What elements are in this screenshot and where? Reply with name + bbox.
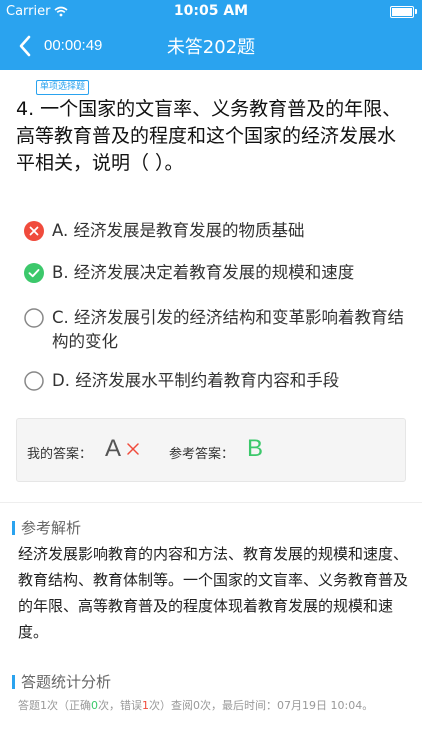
analysis-text: 经济发展影响教育的内容和方法、教育发展的规模和速度、教育结构、教育体制等。一个国… [18, 545, 409, 641]
option-c[interactable]: C. 经济发展引发的经济结构和变革影响着教育结构的变化 [24, 306, 408, 354]
reference-answer-value: B [247, 435, 264, 462]
stats-wrong-count: 1 [142, 699, 149, 712]
correct-icon [24, 263, 44, 283]
section-bar [12, 520, 15, 535]
analysis-section-title: 参考解析 [12, 517, 81, 538]
option-label: B. 经济发展决定着教育发展的规模和速度 [52, 263, 355, 282]
page-title: 未答202题 [166, 37, 256, 58]
option-label: A. 经济发展是教育发展的物质基础 [52, 221, 305, 240]
option-a[interactable]: A. 经济发展是教育发展的物质基础 [24, 219, 408, 243]
option-label: D. 经济发展水平制约着教育内容和手段 [52, 371, 340, 390]
top-bar: Carrier 10:05 AM 00:00:49 未答202题 [0, 0, 422, 70]
stats-mid: 次，错误 [98, 699, 142, 712]
question-text: 4. 一个国家的文盲率、义务教育普及的年限、高等教育普及的程度和这个国家的经济发… [16, 98, 402, 174]
stats-prefix: 答题1次（正确 [18, 699, 91, 712]
reference-answer-label: 参考答案： [169, 447, 235, 462]
wrong-icon [24, 221, 44, 241]
statistics-section-title: 答题统计分析 [12, 671, 111, 692]
answer-panel: 我的答案： A 参考答案： B [16, 418, 406, 482]
option-label: C. 经济发展引发的经济结构和变革影响着教育结构的变化 [52, 308, 405, 351]
statistics-line: 答题1次（正确0次，错误1次）查阅0次，最后时间：07月19日 10:04。 [18, 697, 418, 713]
option-b[interactable]: B. 经济发展决定着教育发展的规模和速度 [24, 261, 408, 285]
battery-icon [390, 6, 417, 18]
my-answer-value: A [105, 435, 122, 462]
divider [0, 502, 422, 503]
stats-suffix: 次）查阅0次，最后时间：07月19日 10:04。 [149, 699, 374, 712]
clock: 10:05 AM [173, 3, 249, 19]
nav-bar: 00:00:49 未答202题 [0, 24, 422, 70]
section-bar [12, 674, 15, 689]
wrong-mark-icon [127, 443, 139, 455]
analysis-title: 参考解析 [21, 519, 82, 537]
stats-correct-count: 0 [91, 699, 98, 712]
status-bar: Carrier 10:05 AM [0, 0, 422, 24]
statistics-title: 答题统计分析 [21, 673, 112, 691]
question-type-badge: 单项选择题 [36, 80, 90, 95]
my-answer-label: 我的答案： [27, 447, 93, 462]
option-d[interactable]: D. 经济发展水平制约着教育内容和手段 [24, 369, 408, 393]
radio-empty-icon [24, 308, 44, 328]
radio-empty-icon [24, 371, 44, 391]
